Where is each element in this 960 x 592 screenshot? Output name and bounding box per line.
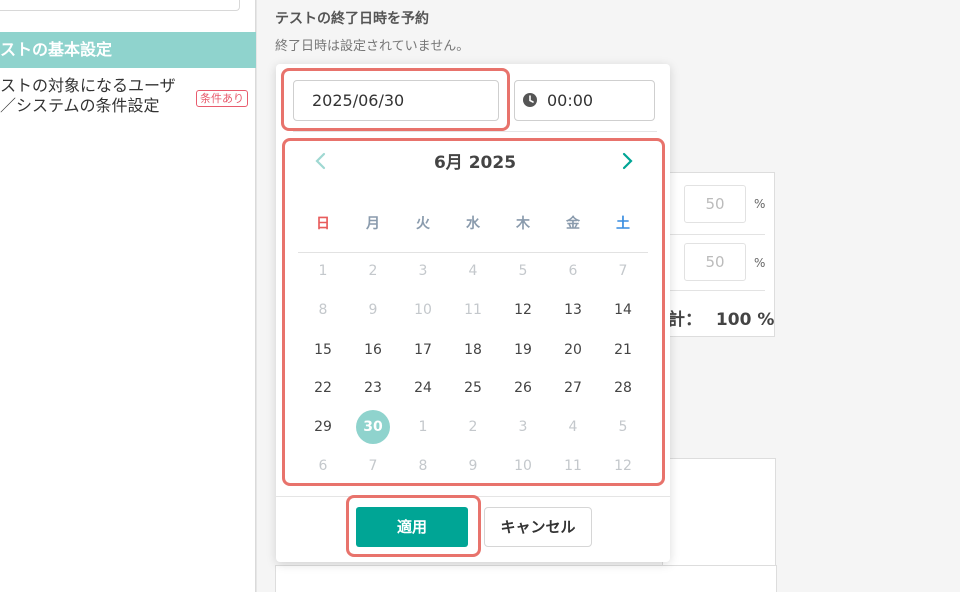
- calendar-day[interactable]: 29: [305, 412, 341, 442]
- calendar-day[interactable]: 18: [455, 335, 491, 365]
- calendar-day: 12: [614, 458, 632, 474]
- calendar-day: 8: [318, 302, 328, 318]
- sidebar-item-target-conditions[interactable]: ストの対象になるユーザ ／システムの条件設定: [0, 76, 200, 116]
- calendar-day[interactable]: 13: [555, 295, 591, 325]
- calendar-day[interactable]: 23: [355, 373, 391, 403]
- weekday-label: 金: [566, 216, 580, 232]
- calendar-day[interactable]: 22: [305, 373, 341, 403]
- chevron-left-icon[interactable]: [313, 151, 329, 171]
- calendar-day[interactable]: 21: [605, 335, 641, 365]
- weekday-label: 木: [516, 216, 530, 232]
- calendar-day[interactable]: 25: [455, 373, 491, 403]
- calendar-day: 4: [468, 263, 478, 279]
- ratio-total: 計： 100 %: [668, 305, 774, 330]
- calendar-day: 2: [468, 419, 478, 435]
- calendar-day: 6: [568, 263, 578, 279]
- calendar-day: 9: [468, 458, 478, 474]
- calendar-day[interactable]: 15: [305, 335, 341, 365]
- calendar-day[interactable]: 14: [605, 295, 641, 325]
- background-bottom-box: [275, 565, 777, 592]
- condition-badge: 条件あり: [196, 90, 248, 107]
- calendar-day[interactable]: 28: [605, 373, 641, 403]
- ratio-field-b[interactable]: 50: [684, 243, 746, 281]
- calendar-day: 3: [518, 419, 528, 435]
- chevron-right-icon[interactable]: [619, 151, 635, 171]
- calendar-day[interactable]: 12: [505, 295, 541, 325]
- weekday-label: 月: [366, 216, 380, 232]
- clock-icon: [523, 93, 537, 107]
- cancel-button[interactable]: キャンセル: [484, 507, 592, 547]
- calendar-day: 11: [464, 302, 482, 318]
- ratio-field-a[interactable]: 50: [684, 185, 746, 223]
- popup-divider: [293, 131, 657, 132]
- calendar-day: 4: [568, 419, 578, 435]
- ratio-divider: [660, 290, 765, 291]
- calendar-day: 9: [368, 302, 378, 318]
- sidebar-section-basic-settings[interactable]: ストの基本設定: [0, 32, 256, 68]
- calendar-day[interactable]: 16: [355, 335, 391, 365]
- percent-label-b: %: [754, 256, 766, 270]
- calendar-day: 2: [368, 263, 378, 279]
- calendar-day: 6: [318, 458, 328, 474]
- calendar-day[interactable]: 20: [555, 335, 591, 365]
- date-input[interactable]: 2025/06/30: [293, 80, 499, 121]
- calendar-day: 8: [418, 458, 428, 474]
- calendar-day-selected[interactable]: 30: [356, 410, 390, 444]
- total-value: 100 %: [715, 310, 775, 330]
- calendar-day: 1: [418, 419, 428, 435]
- total-label: 計：: [668, 310, 702, 330]
- calendar-day[interactable]: 19: [505, 335, 541, 365]
- apply-button[interactable]: 適用: [356, 507, 468, 547]
- calendar-day: 10: [514, 458, 532, 474]
- calendar-day[interactable]: 26: [505, 373, 541, 403]
- calendar-day: 7: [618, 263, 628, 279]
- weekday-label: 火: [416, 216, 430, 232]
- calendar-day[interactable]: 17: [405, 335, 441, 365]
- calendar-day: 7: [368, 458, 378, 474]
- calendar-day: 10: [414, 302, 432, 318]
- weekday-label: 土: [616, 216, 630, 232]
- weekday-label: 日: [316, 216, 330, 232]
- calendar-day: 3: [418, 263, 428, 279]
- calendar-divider: [298, 252, 648, 253]
- page-title: テストの終了日時を予約: [275, 11, 429, 27]
- calendar-day: 5: [518, 263, 528, 279]
- end-time-status: 終了日時は設定されていません。: [275, 39, 470, 54]
- calendar-month-title: 6月 2025: [433, 153, 517, 173]
- calendar-day[interactable]: 27: [555, 373, 591, 403]
- percent-label-a: %: [754, 197, 766, 211]
- sidebar-top-card: [0, 0, 240, 11]
- weekday-label: 水: [466, 216, 480, 232]
- popup-footer-divider: [276, 496, 670, 497]
- calendar-day[interactable]: 24: [405, 373, 441, 403]
- ratio-divider: [660, 234, 765, 235]
- calendar-day: 5: [618, 419, 628, 435]
- calendar-day: 1: [318, 263, 328, 279]
- sidebar: ストの基本設定 ストの対象になるユーザ ／システムの条件設定 条件あり: [0, 0, 256, 592]
- calendar-day: 11: [564, 458, 582, 474]
